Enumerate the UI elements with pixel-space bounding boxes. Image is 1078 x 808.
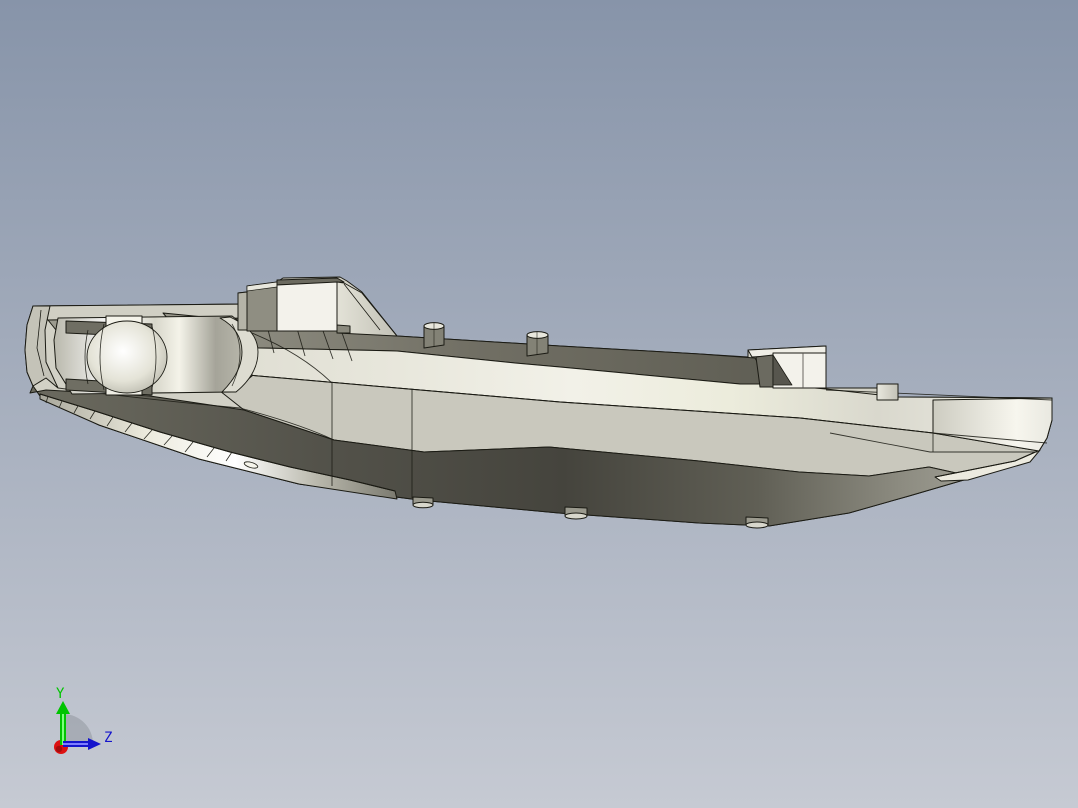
deck-bollard-mid: [526, 331, 549, 357]
superstructure-aft: [747, 345, 827, 389]
axis-z-label: Z: [104, 730, 112, 746]
fwd-box-face: [276, 281, 338, 332]
fwd-box-step: [237, 291, 248, 331]
hull-stub-forward: [412, 496, 434, 509]
deck-bollard-forward: [423, 322, 445, 349]
fwd-box-notch: [336, 324, 351, 334]
deck-step-block: [876, 383, 899, 401]
hull-stub-aft: [745, 516, 769, 529]
axis-y-label: Y: [56, 686, 65, 702]
bow-roller: [86, 320, 168, 394]
hull-stub-mid: [564, 506, 588, 520]
cad-viewport[interactable]: Y Z: [0, 0, 1078, 808]
fwd-box-column: [246, 283, 278, 332]
